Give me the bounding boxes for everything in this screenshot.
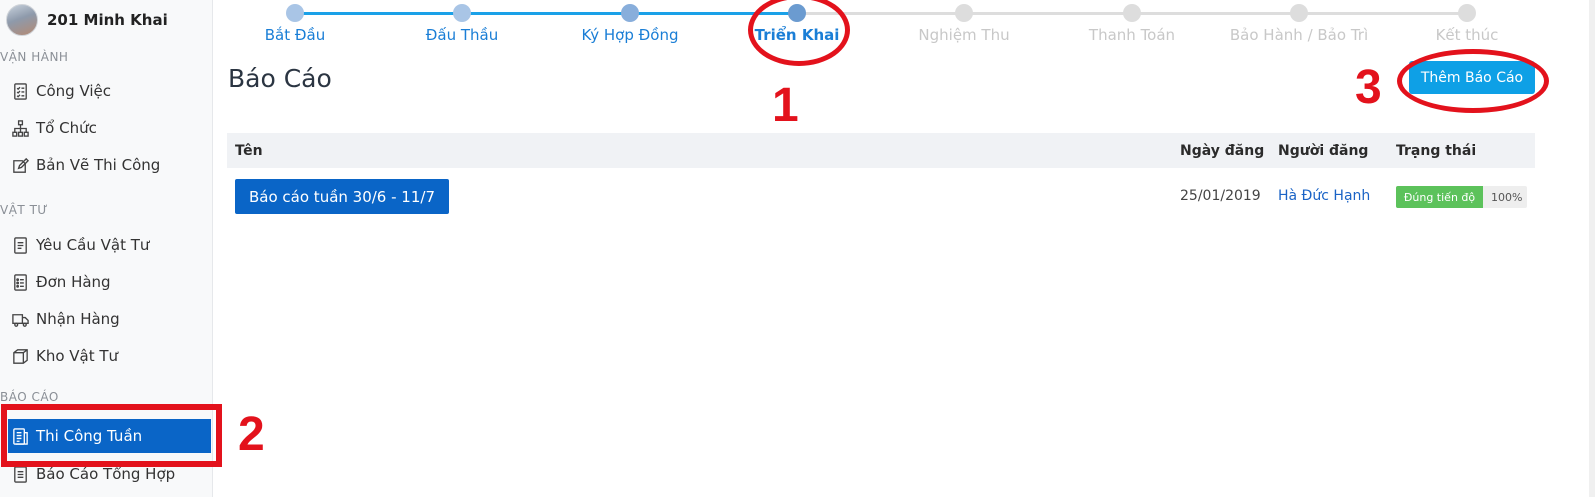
report-author-link[interactable]: Hà Đức Hạnh bbox=[1278, 188, 1370, 204]
table-row: Báo cáo tuần 30/6 - 11/7 25/01/2019 Hà Đ… bbox=[227, 168, 1535, 226]
sidebar-item-material-requests[interactable]: Yêu Cầu Vật Tư bbox=[8, 228, 211, 262]
progress-percent: 100% bbox=[1491, 190, 1523, 204]
sidebar-item-orders[interactable]: Đơn Hàng bbox=[8, 265, 211, 299]
sidebar-item-label: Đơn Hàng bbox=[36, 273, 111, 291]
page-title: Báo Cáo bbox=[228, 64, 332, 93]
annotation-number-3: 3 bbox=[1355, 61, 1382, 114]
sidebar-item-label: Báo Cáo Tổng Hợp bbox=[36, 465, 176, 483]
sidebar-item-warehouse[interactable]: Kho Vật Tư bbox=[8, 339, 211, 373]
section-title-materials: VẬT TƯ bbox=[0, 203, 49, 217]
truck-icon bbox=[10, 309, 30, 329]
column-header-date: Ngày đăng bbox=[1180, 143, 1265, 159]
sidebar-item-label: Tổ Chức bbox=[36, 119, 97, 137]
org-chart-icon bbox=[10, 118, 30, 138]
column-header-status: Trạng thái bbox=[1396, 143, 1477, 159]
step-dot-warranty[interactable] bbox=[1290, 4, 1308, 22]
step-label-end[interactable]: Kết thúc bbox=[1436, 26, 1499, 44]
sidebar-item-label: Kho Vật Tư bbox=[36, 347, 119, 365]
step-dot-end[interactable] bbox=[1458, 4, 1476, 22]
column-header-user: Người đăng bbox=[1278, 143, 1369, 159]
sidebar-item-label: Bản Vẽ Thi Công bbox=[36, 156, 161, 174]
step-dot-payment[interactable] bbox=[1123, 4, 1141, 22]
project-name: 201 Minh Khai bbox=[47, 11, 168, 29]
step-label-payment[interactable]: Thanh Toán bbox=[1089, 26, 1175, 44]
section-title-reports: BÁO CÁO bbox=[0, 390, 59, 404]
sidebar-item-label: Nhận Hàng bbox=[36, 310, 120, 328]
section-title-operations: VẬN HÀNH bbox=[0, 50, 69, 64]
step-dot-contract[interactable] bbox=[621, 4, 639, 22]
sidebar-item-drawings[interactable]: Bản Vẽ Thi Công bbox=[8, 148, 211, 182]
drawing-icon bbox=[10, 155, 30, 175]
step-label-bidding[interactable]: Đấu Thầu bbox=[426, 26, 498, 44]
report-date: 25/01/2019 bbox=[1180, 188, 1261, 204]
scrollbar[interactable] bbox=[1589, 0, 1595, 497]
annotation-number-1: 1 bbox=[772, 79, 799, 132]
project-header[interactable]: 201 Minh Khai bbox=[6, 4, 168, 36]
step-dot-start[interactable] bbox=[286, 4, 304, 22]
box-icon bbox=[10, 346, 30, 366]
step-label-contract[interactable]: Ký Hợp Đồng bbox=[582, 26, 679, 44]
sidebar-item-tasks[interactable]: Công Việc bbox=[8, 74, 211, 108]
table-header: Tên Ngày đăng Người đăng Trạng thái bbox=[227, 133, 1535, 168]
annotation-ellipse-add-button bbox=[1397, 49, 1549, 113]
sidebar-item-organization[interactable]: Tổ Chức bbox=[8, 111, 211, 145]
step-label-acceptance[interactable]: Nghiệm Thu bbox=[918, 26, 1009, 44]
sidebar-item-label: Công Việc bbox=[36, 82, 112, 100]
status-progress-bar: Đúng tiến độ 100% bbox=[1396, 186, 1527, 208]
annotation-rect-weekly bbox=[1, 404, 222, 467]
progress-stepper: Bắt Đầu Đấu Thầu Ký Hợp Đồng Triển Khai … bbox=[212, 0, 1595, 60]
checklist-icon bbox=[10, 81, 30, 101]
step-dot-bidding[interactable] bbox=[453, 4, 471, 22]
status-badge: Đúng tiến độ bbox=[1396, 186, 1483, 208]
report-name-button[interactable]: Báo cáo tuần 30/6 - 11/7 bbox=[235, 179, 449, 214]
step-dot-acceptance[interactable] bbox=[955, 4, 973, 22]
summary-icon bbox=[10, 464, 30, 484]
sidebar-item-label: Yêu Cầu Vật Tư bbox=[36, 236, 150, 254]
avatar bbox=[6, 4, 38, 36]
document-icon bbox=[10, 235, 30, 255]
annotation-number-2: 2 bbox=[238, 408, 265, 461]
column-header-name: Tên bbox=[235, 143, 263, 159]
stepper-line-done bbox=[295, 12, 797, 15]
order-list-icon bbox=[10, 272, 30, 292]
sidebar-item-receiving[interactable]: Nhận Hàng bbox=[8, 302, 211, 336]
step-label-warranty[interactable]: Bảo Hành / Bảo Trì bbox=[1230, 26, 1368, 44]
step-label-start[interactable]: Bắt Đầu bbox=[265, 26, 325, 44]
reports-table: Tên Ngày đăng Người đăng Trạng thái Báo … bbox=[227, 133, 1535, 226]
